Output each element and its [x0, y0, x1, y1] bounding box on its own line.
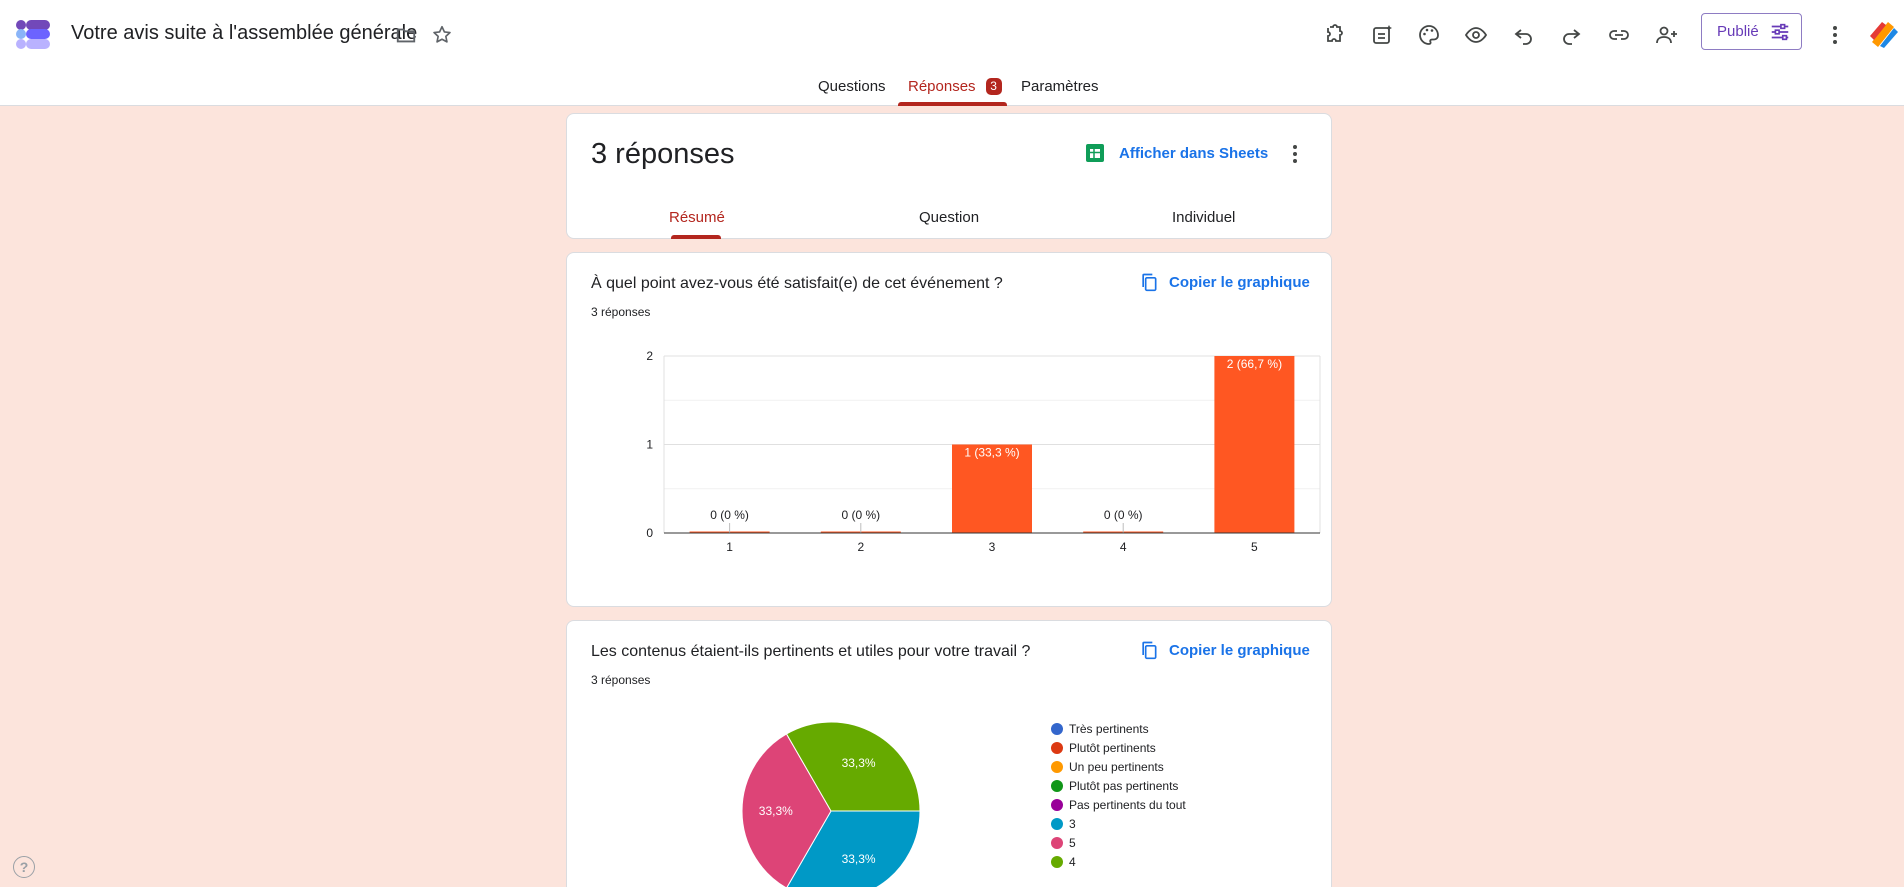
legend-label: 3 — [1069, 816, 1076, 831]
link-icon[interactable] — [1601, 17, 1637, 53]
main-tabs: Questions Réponses 3 Paramètres — [0, 74, 1904, 106]
legend-swatch — [1051, 760, 1063, 773]
legend-item: Plutôt pas pertinents — [1051, 776, 1186, 795]
legend-swatch — [1051, 741, 1063, 754]
bar-data-label: 0 (0 %) — [710, 508, 749, 522]
y-tick-label: 2 — [646, 349, 653, 363]
legend-item: Pas pertinents du tout — [1051, 795, 1186, 814]
generate-ai-icon[interactable] — [1364, 17, 1400, 53]
form-title[interactable]: Votre avis suite à l'assemblée générale — [71, 22, 417, 45]
x-tick-label: 1 — [726, 540, 733, 554]
legend-label: Un peu pertinents — [1069, 759, 1164, 774]
bar-data-label: 0 (0 %) — [1104, 508, 1143, 522]
legend-label: 5 — [1069, 835, 1076, 850]
legend-label: Plutôt pas pertinents — [1069, 778, 1179, 793]
tab-questions[interactable]: Questions — [818, 78, 886, 95]
tab-summary[interactable]: Résumé — [669, 209, 725, 226]
legend-label: Très pertinents — [1069, 721, 1149, 736]
question-card: Les contenus étaient-ils pertinents et u… — [566, 620, 1332, 887]
legend-item: Très pertinents — [1051, 719, 1186, 738]
palette-icon[interactable] — [1411, 17, 1447, 53]
forms-logo-icon[interactable] — [16, 16, 52, 52]
legend-swatch — [1051, 798, 1063, 811]
extension-app-icon[interactable] — [1868, 18, 1900, 50]
x-tick-label: 4 — [1120, 540, 1127, 554]
responses-summary-card: 3 réponses Afficher dans Sheets Résumé Q… — [566, 113, 1332, 239]
y-tick-label: 1 — [646, 438, 653, 452]
legend-swatch — [1051, 817, 1063, 830]
question-card: À quel point avez-vous été satisfait(e) … — [566, 252, 1332, 607]
tab-question[interactable]: Question — [919, 209, 979, 226]
bar-data-label: 0 (0 %) — [841, 508, 880, 522]
responses-count-title: 3 réponses — [591, 138, 735, 170]
legend-item: Plutôt pertinents — [1051, 738, 1186, 757]
view-in-sheets-label: Afficher dans Sheets — [1119, 144, 1269, 162]
bar-data-label: 2 (66,7 %) — [1227, 357, 1282, 371]
more-vert-icon[interactable] — [1817, 17, 1853, 53]
folder-icon[interactable] — [393, 22, 419, 48]
settings-sliders-icon — [1771, 23, 1788, 40]
legend-swatch — [1051, 855, 1063, 868]
summary-tab-indicator — [671, 235, 721, 239]
relevance-pie-chart: 33,3% 33,3% 33,3% — [741, 721, 921, 887]
publish-button[interactable]: Publié — [1701, 13, 1802, 50]
pie-slice-label: 33,3% — [842, 852, 876, 866]
tab-responses[interactable]: Réponses 3 — [908, 78, 1002, 95]
pie-legend: Très pertinents Plutôt pertinents Un peu p… — [1051, 719, 1186, 871]
bar — [1214, 356, 1295, 533]
tab-individual[interactable]: Individuel — [1172, 209, 1235, 226]
legend-item: 4 — [1051, 852, 1186, 871]
app-header: Votre avis suite à l'assemblée générale … — [0, 0, 1904, 106]
addons-icon[interactable] — [1316, 17, 1352, 53]
sheets-icon — [1086, 144, 1104, 162]
bar-data-label: 1 (33,3 %) — [964, 446, 1019, 460]
satisfaction-bar-chart: 0 1 2 0 (0 %) 1 0 (0 %) 2 1 (33,3 %) 3 0 (0 %) 4 2 … — [646, 349, 1321, 554]
legend-item: Un peu pertinents — [1051, 757, 1186, 776]
y-tick-label: 0 — [646, 526, 653, 540]
pie-slice-label: 33,3% — [842, 756, 876, 770]
legend-item: 3 — [1051, 814, 1186, 833]
legend-item: 5 — [1051, 833, 1186, 852]
x-tick-label: 2 — [857, 540, 864, 554]
add-collaborator-icon[interactable] — [1649, 17, 1685, 53]
active-tab-indicator — [898, 102, 1007, 106]
redo-icon[interactable] — [1553, 17, 1589, 53]
preview-eye-icon[interactable] — [1458, 17, 1494, 53]
legend-label: Plutôt pertinents — [1069, 740, 1156, 755]
view-in-sheets-button[interactable]: Afficher dans Sheets — [1085, 143, 1268, 163]
tab-settings[interactable]: Paramètres — [1021, 78, 1099, 95]
tab-responses-label: Réponses — [908, 78, 976, 95]
star-icon[interactable] — [429, 22, 455, 48]
legend-swatch — [1051, 779, 1063, 792]
legend-swatch — [1051, 836, 1063, 849]
legend-swatch — [1051, 722, 1063, 735]
summary-more-icon[interactable] — [1283, 142, 1307, 166]
responses-count-badge: 3 — [985, 78, 1002, 95]
publish-label: Publié — [1717, 23, 1759, 40]
x-tick-label: 3 — [989, 540, 996, 554]
legend-label: Pas pertinents du tout — [1069, 797, 1186, 812]
undo-icon[interactable] — [1506, 17, 1542, 53]
help-icon[interactable]: ? — [13, 856, 35, 878]
pie-slice-label: 33,3% — [759, 804, 793, 818]
legend-label: 4 — [1069, 854, 1076, 869]
x-tick-label: 5 — [1251, 540, 1258, 554]
